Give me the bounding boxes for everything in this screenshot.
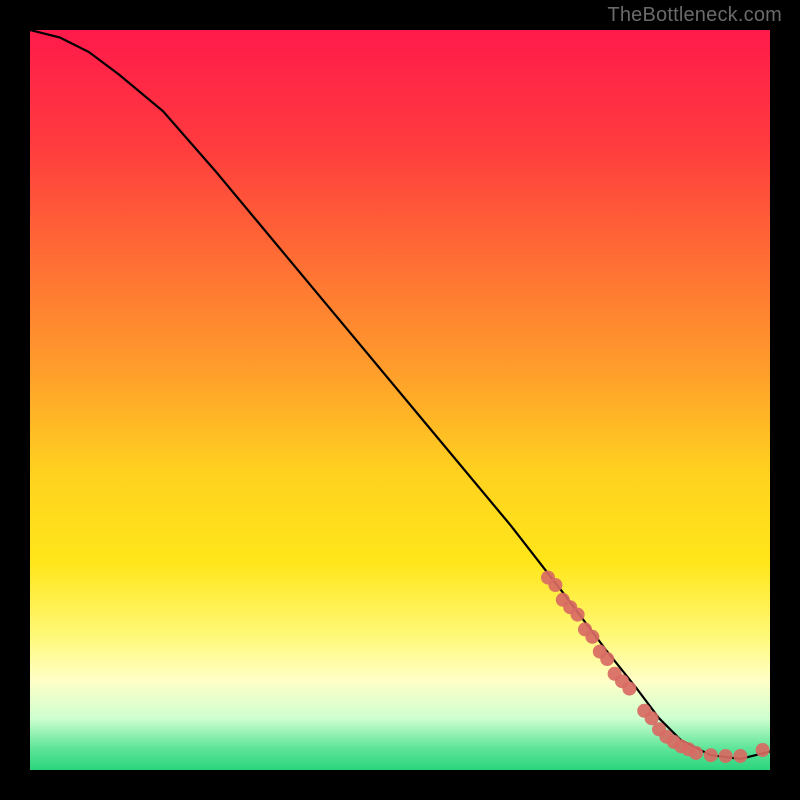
chart-frame: TheBottleneck.com [0, 0, 800, 800]
data-point [719, 749, 733, 763]
data-point [756, 743, 770, 757]
gradient-background [30, 30, 770, 770]
data-point [548, 578, 562, 592]
data-point [585, 630, 599, 644]
watermark-label: TheBottleneck.com [607, 4, 782, 27]
data-point [689, 746, 703, 760]
data-point [600, 652, 614, 666]
bottleneck-chart [30, 30, 770, 770]
plot-area [30, 30, 770, 770]
data-point [733, 749, 747, 763]
data-point [571, 608, 585, 622]
data-point [704, 748, 718, 762]
data-point [622, 682, 636, 696]
